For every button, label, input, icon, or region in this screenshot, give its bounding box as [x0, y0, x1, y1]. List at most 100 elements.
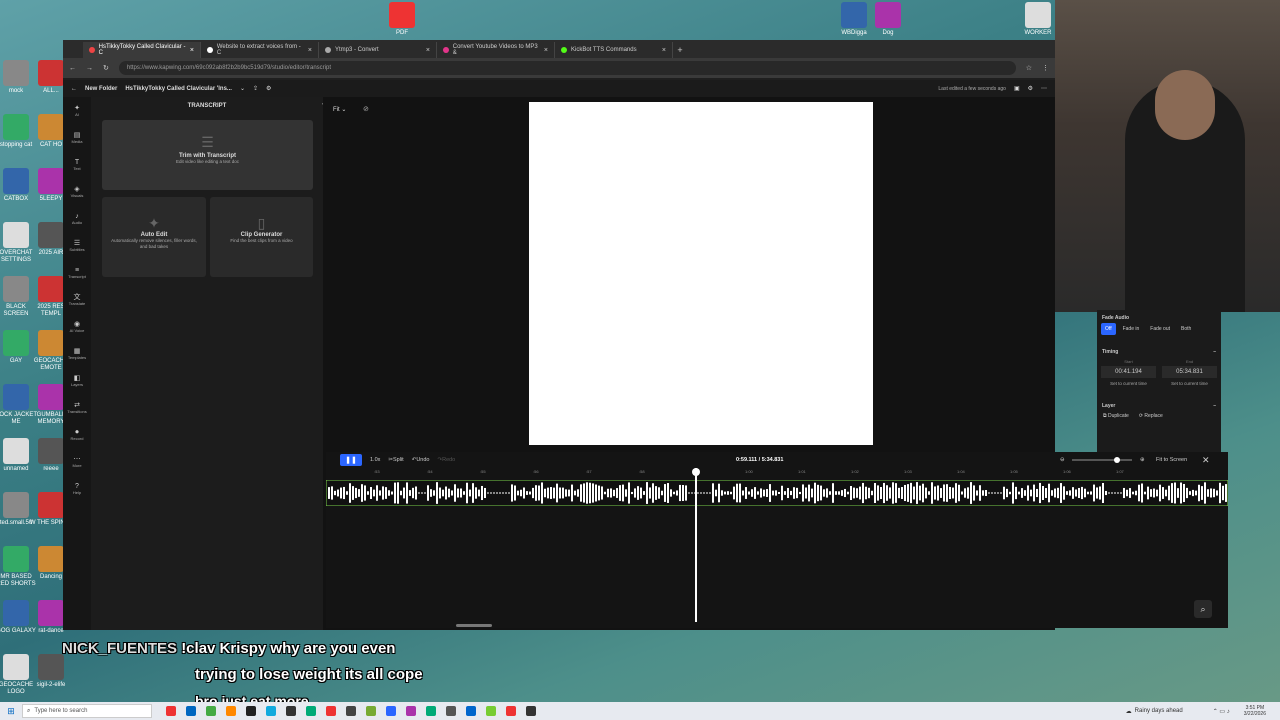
zoom-in-icon[interactable]: ⊕: [1140, 457, 1145, 463]
clip-generator-card[interactable]: ▯ Clip Generator Find the best clips fro…: [210, 197, 313, 277]
close-tab-icon[interactable]: ×: [308, 47, 312, 54]
zoom-out-icon[interactable]: ⊖: [1060, 457, 1065, 463]
taskbar-app-icon[interactable]: [426, 706, 436, 716]
taskbar-app-icon[interactable]: [226, 706, 236, 716]
fit-dropdown[interactable]: Fit ⌄: [333, 106, 346, 113]
fade-out-button[interactable]: Fade out: [1146, 323, 1174, 335]
rail-item-text[interactable]: T Text: [63, 151, 91, 178]
close-timeline-icon[interactable]: ✕: [1202, 455, 1210, 466]
url-field[interactable]: https://www.kapwing.com/69c092ab8f2b2b9b…: [118, 61, 1016, 75]
taskbar-app-icon[interactable]: [326, 706, 336, 716]
taskbar-app-icon[interactable]: [446, 706, 456, 716]
fade-in-button[interactable]: Fade in: [1119, 323, 1144, 335]
folder-link[interactable]: New Folder: [85, 86, 117, 92]
fit-to-screen-button[interactable]: Fit to Screen: [1156, 457, 1187, 463]
taskbar-app-icon[interactable]: [526, 706, 536, 716]
audio-track[interactable]: [326, 480, 1228, 506]
start-button[interactable]: ⊞: [0, 706, 22, 717]
back-arrow-icon[interactable]: ←: [71, 86, 77, 92]
rail-item-ai[interactable]: ✦ AI: [63, 97, 91, 124]
tab-convert[interactable]: Convert Youtube Videos to MP3 & ×: [437, 42, 555, 58]
extensions-icon[interactable]: ⋮: [1042, 64, 1049, 72]
new-tab-button[interactable]: +: [673, 42, 687, 58]
taskbar-app-icon[interactable]: [466, 706, 476, 716]
rail-item-more[interactable]: ⋯ More: [63, 448, 91, 475]
rail-item-media[interactable]: ▤ Media: [63, 124, 91, 151]
taskbar-app-icon[interactable]: [386, 706, 396, 716]
rail-item-transcript[interactable]: ≡ Transcript: [63, 259, 91, 286]
taskbar-app-icon[interactable]: [166, 706, 176, 716]
undo-button[interactable]: ↶Undo: [412, 457, 430, 463]
pause-button[interactable]: ❚❚: [340, 454, 362, 466]
replace-button[interactable]: ⟳ Replace: [1139, 413, 1163, 419]
taskbar-app-icon[interactable]: [486, 706, 496, 716]
rail-item-templates[interactable]: ▦ Templates: [63, 340, 91, 367]
video-canvas[interactable]: [529, 102, 873, 445]
rail-item-transitions[interactable]: ⇄ Transitions: [63, 394, 91, 421]
taskbar-app-icon[interactable]: [266, 706, 276, 716]
clock-date[interactable]: 3/22/2026: [1244, 711, 1266, 717]
taskbar-search[interactable]: ⌕ Type here to search: [22, 704, 152, 718]
tab-kickbot[interactable]: KickBot TTS Commands ×: [555, 42, 673, 58]
taskbar-app-icon[interactable]: [186, 706, 196, 716]
redo-button[interactable]: ↷Redo: [437, 457, 455, 463]
close-tab-icon[interactable]: ×: [544, 47, 548, 54]
split-button[interactable]: ✂Split: [388, 457, 403, 463]
search-icon[interactable]: ⌕: [1194, 600, 1212, 618]
weather-icon[interactable]: ☁: [1126, 708, 1132, 715]
share-icon[interactable]: ⇪: [253, 85, 258, 92]
project-title[interactable]: HsTikkyTokky Called Clavicular 'Ins...: [125, 86, 232, 92]
taskbar-app-icon[interactable]: [506, 706, 516, 716]
trim-with-transcript-card[interactable]: ☰ Trim with Transcript Edit video like e…: [102, 120, 313, 190]
end-time-input[interactable]: 05:34.831: [1162, 366, 1217, 378]
taskbar-app-icon[interactable]: [366, 706, 376, 716]
link-icon[interactable]: ⊘: [363, 105, 369, 113]
gear-icon[interactable]: ⚙: [1028, 85, 1033, 92]
tray-icons[interactable]: ⌃ ▭ ♪: [1213, 708, 1230, 715]
comment-icon[interactable]: ▣: [1014, 85, 1020, 92]
fade-both-button[interactable]: Both: [1177, 323, 1195, 335]
taskbar-app-icon[interactable]: [406, 706, 416, 716]
weather-text[interactable]: Rainy days ahead: [1135, 708, 1183, 714]
speed-dropdown[interactable]: 1.0x: [370, 457, 380, 463]
rail-item-layers[interactable]: ◧ Layers: [63, 367, 91, 394]
rail-item-audio[interactable]: ♪ Audio: [63, 205, 91, 232]
fade-off-button[interactable]: Off: [1101, 323, 1116, 335]
taskbar-app-icon[interactable]: [206, 706, 216, 716]
playhead-knob[interactable]: [692, 468, 700, 476]
tab-voices[interactable]: Website to extract voices from - C ×: [201, 42, 319, 58]
close-tab-icon[interactable]: ×: [662, 47, 666, 54]
collapse-icon[interactable]: –: [1213, 349, 1216, 355]
zoom-slider[interactable]: [1072, 457, 1132, 463]
rail-item-visuals[interactable]: ◈ Visuals: [63, 178, 91, 205]
close-tab-icon[interactable]: ×: [190, 47, 194, 54]
taskbar-app-icon[interactable]: [246, 706, 256, 716]
rail-item-record[interactable]: ⏺ Record: [63, 421, 91, 448]
start-time-input[interactable]: 00:41.194: [1101, 366, 1156, 378]
forward-icon[interactable]: →: [86, 65, 93, 72]
auto-edit-card[interactable]: ✦ Auto Edit Automatically remove silence…: [102, 197, 206, 277]
tab-ytmp3[interactable]: Ytmp3 - Convert ×: [319, 42, 437, 58]
duplicate-button[interactable]: ⧉ Duplicate: [1103, 413, 1129, 419]
taskbar-app-icon[interactable]: [346, 706, 356, 716]
collapse-icon[interactable]: –: [1213, 403, 1216, 409]
more-icon[interactable]: ⋯: [1041, 85, 1047, 92]
bookmark-star-icon[interactable]: ☆: [1026, 64, 1032, 72]
zoom-slider-handle[interactable]: [1114, 457, 1120, 463]
rail-item-translate[interactable]: 文 Translate: [63, 286, 91, 313]
settings-icon[interactable]: ⚙: [266, 85, 271, 92]
rail-item-help[interactable]: ? Help: [63, 475, 91, 502]
chevron-down-icon[interactable]: ⌄: [240, 85, 245, 92]
back-icon[interactable]: ←: [69, 65, 76, 72]
horizontal-scrollbar[interactable]: [456, 624, 492, 627]
rail-item-subtitles[interactable]: ☰ Subtitles: [63, 232, 91, 259]
set-end-current-link[interactable]: Set to current time: [1162, 381, 1217, 386]
rail-item-ai-voice[interactable]: ◉ AI Voice: [63, 313, 91, 340]
playhead[interactable]: [695, 468, 697, 622]
taskbar-app-icon[interactable]: [286, 706, 296, 716]
set-start-current-link[interactable]: Set to current time: [1101, 381, 1156, 386]
taskbar-app-icon[interactable]: [306, 706, 316, 716]
reload-icon[interactable]: ↻: [103, 64, 109, 72]
tab-kapwing[interactable]: HsTikkyTokky Called Clavicular - C ×: [83, 42, 201, 58]
close-tab-icon[interactable]: ×: [426, 47, 430, 54]
